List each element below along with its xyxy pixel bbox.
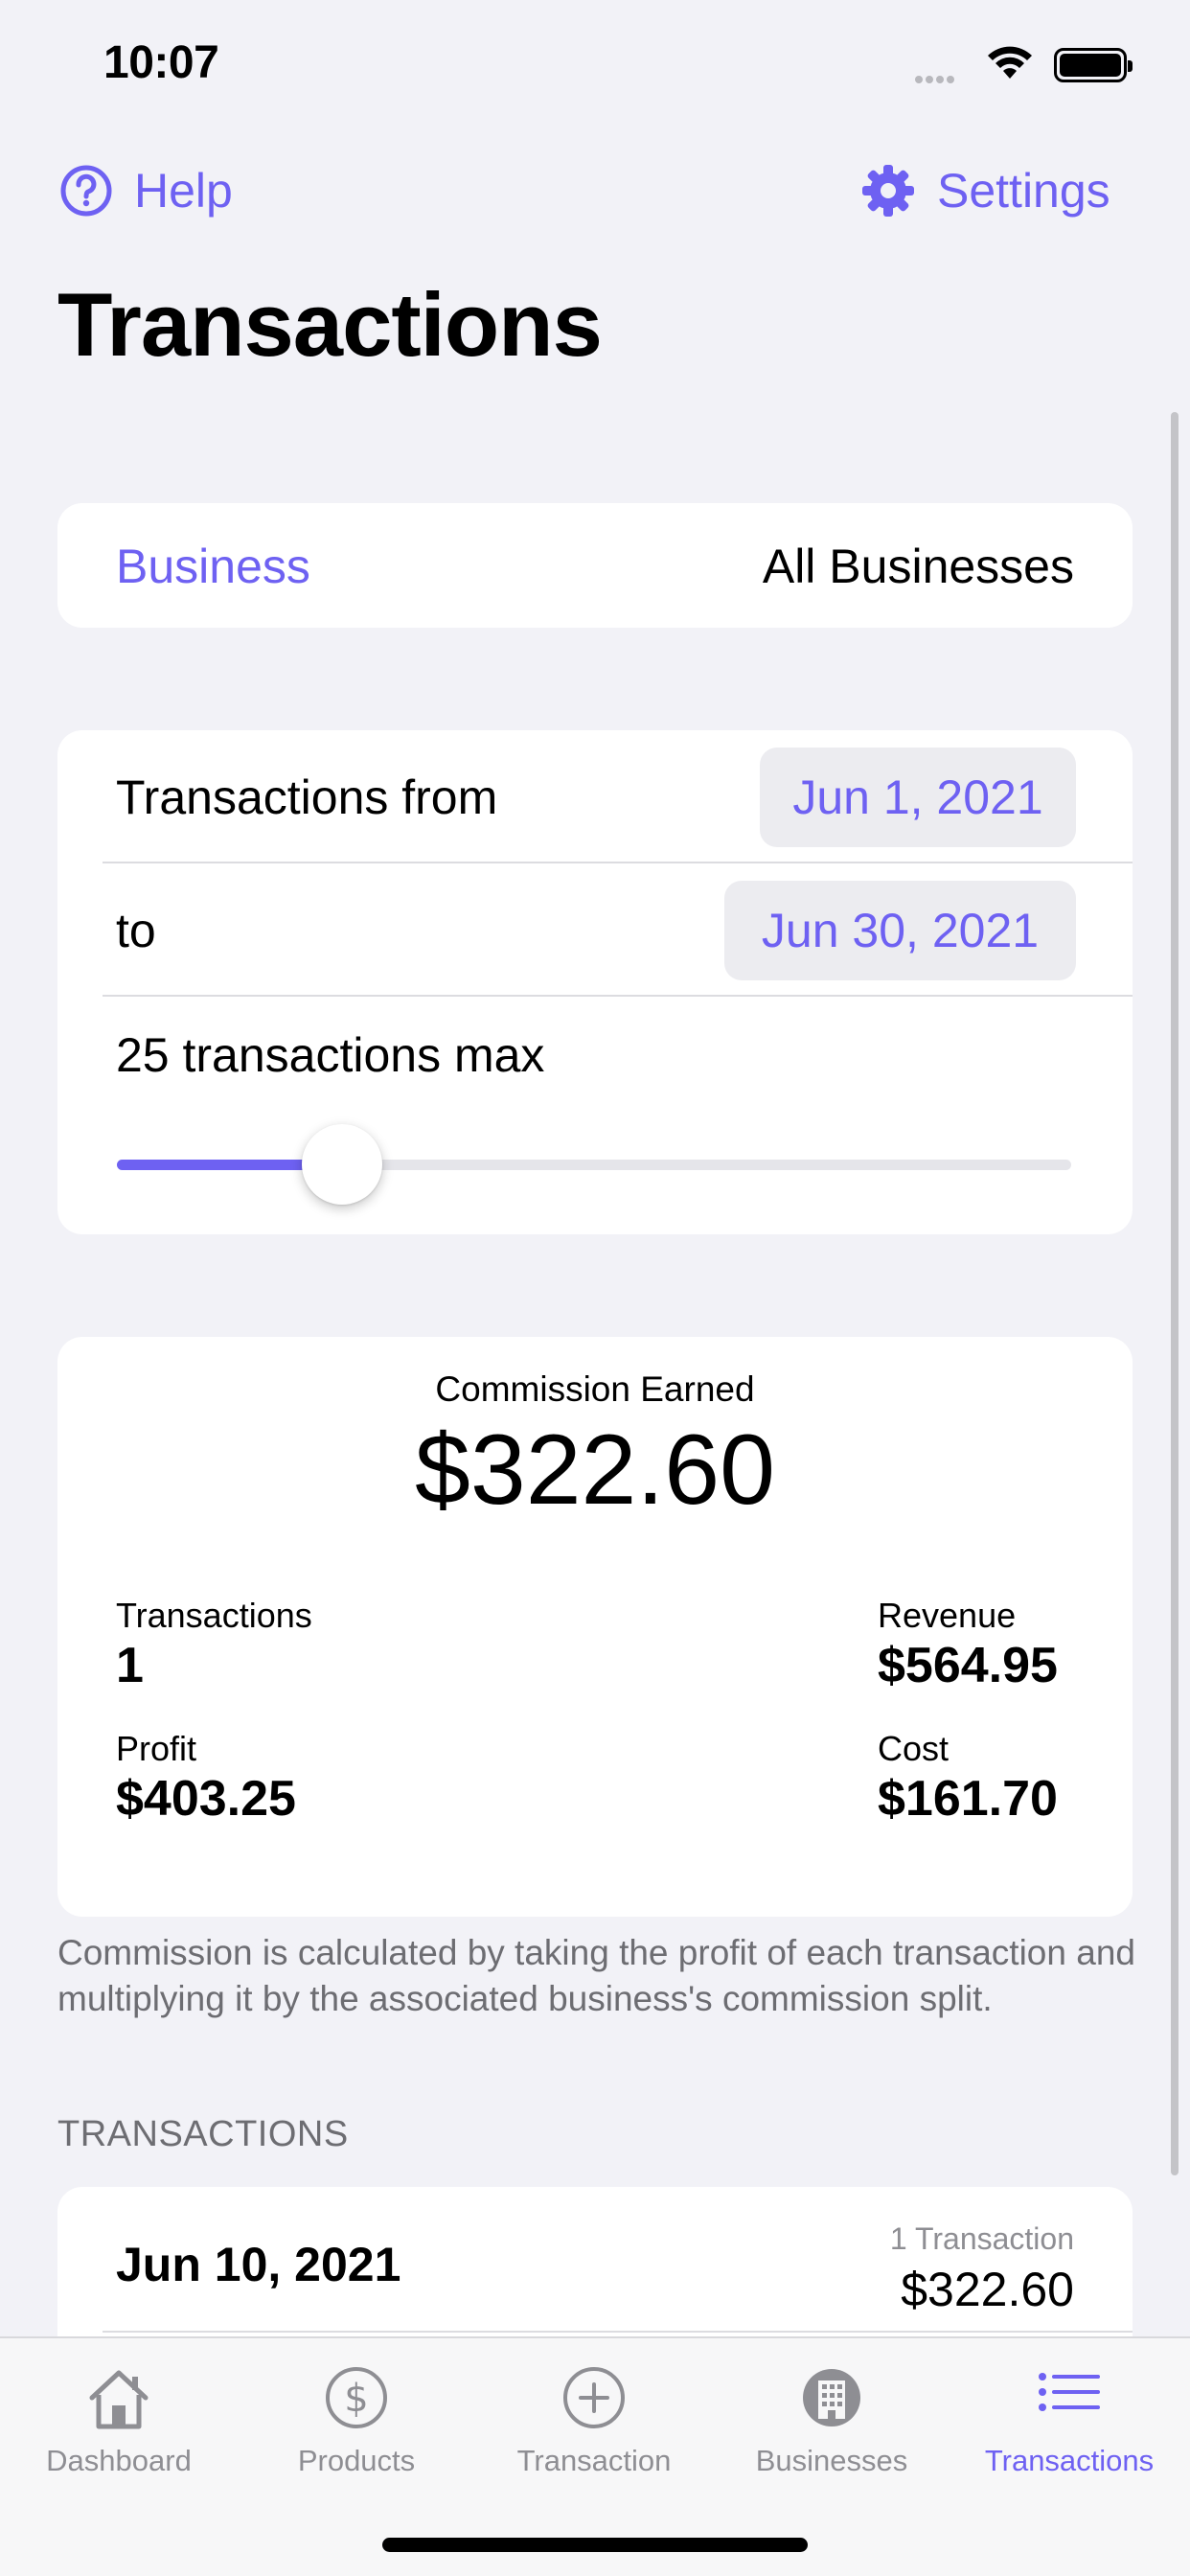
wifi-icon (988, 46, 1032, 79)
building-circle-icon (803, 2369, 860, 2426)
tab-label: Dashboard (46, 2444, 192, 2477)
tab-transactions[interactable]: Transactions (973, 2363, 1165, 2478)
tab-products[interactable]: $ Products (261, 2363, 452, 2478)
commission-summary-card: Commission Earned $322.60 Transactions 1… (57, 1337, 1133, 1917)
business-picker-row[interactable]: Business All Businesses (57, 503, 1133, 628)
business-value: All Businesses (762, 540, 1074, 593)
max-transactions-label: 25 transactions max (116, 1028, 545, 1082)
commission-earned-value: $322.60 (415, 1414, 775, 1526)
settings-label: Settings (937, 164, 1110, 218)
to-label: to (116, 904, 156, 957)
tab-dashboard[interactable]: Dashboard (23, 2363, 215, 2478)
from-date-picker[interactable]: Jun 1, 2021 (760, 748, 1076, 847)
tab-label: Transactions (984, 2444, 1155, 2477)
page-title: Transactions (57, 274, 603, 375)
settings-button[interactable]: Settings (860, 163, 1110, 218)
cost-label: Cost (878, 1729, 950, 1768)
transactions-count-label: Transactions (116, 1596, 312, 1635)
tab-label: Businesses (755, 2444, 908, 2477)
tab-label: Transaction (516, 2444, 672, 2477)
tab-label: Products (297, 2444, 416, 2477)
max-transactions-slider-thumb[interactable] (302, 1124, 382, 1205)
transaction-count: 1 Transaction (889, 2221, 1074, 2256)
list-icon (1039, 2373, 1100, 2411)
gear-icon (862, 165, 914, 217)
profit-label: Profit (116, 1729, 197, 1768)
help-button[interactable]: Help (59, 163, 233, 218)
transaction-amount: $322.60 (901, 2263, 1074, 2316)
svg-text:$: $ (344, 2377, 368, 2421)
cost-value: $161.70 (878, 1771, 1058, 1827)
house-icon (89, 2370, 149, 2429)
profit-value: $403.25 (116, 1771, 296, 1827)
scrollbar[interactable] (1171, 412, 1179, 2175)
transactions-count-value: 1 (116, 1638, 144, 1693)
cellular-signal-icon (915, 71, 957, 88)
help-circle-icon (60, 165, 112, 217)
plus-circle-icon (563, 2367, 625, 2428)
from-label: Transactions from (116, 770, 498, 824)
dollar-circle-icon: $ (326, 2367, 387, 2428)
commission-footnote: Commission is calculated by taking the p… (57, 1933, 1135, 2018)
commission-earned-label: Commission Earned (435, 1369, 755, 1409)
business-label: Business (116, 540, 310, 593)
transactions-section-header: TRANSACTIONS (57, 2114, 349, 2154)
to-date-picker[interactable]: Jun 30, 2021 (724, 881, 1076, 980)
list-item[interactable]: Jun 10, 2021 1 Transaction $322.60 (57, 2187, 1133, 2333)
home-indicator (382, 2538, 808, 2552)
revenue-label: Revenue (878, 1596, 1017, 1635)
divider (103, 2331, 1133, 2333)
divider (103, 995, 1133, 997)
revenue-value: $564.95 (878, 1638, 1058, 1693)
divider (103, 862, 1133, 863)
help-label: Help (134, 164, 233, 218)
battery-icon (1054, 48, 1133, 82)
transaction-date: Jun 10, 2021 (116, 2238, 401, 2291)
filter-card: Transactions from Jun 1, 2021 to Jun 30,… (57, 730, 1133, 1234)
tab-businesses[interactable]: Businesses (736, 2363, 927, 2478)
tab-transaction[interactable]: Transaction (498, 2363, 690, 2478)
status-time: 10:07 (103, 37, 219, 88)
